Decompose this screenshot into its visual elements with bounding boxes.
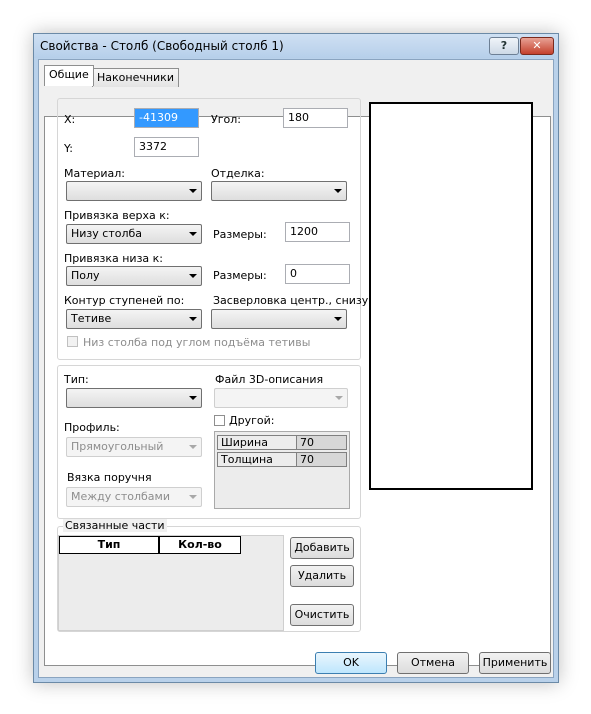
finish-select[interactable] — [211, 181, 347, 201]
top-size-label: Размеры: — [213, 228, 267, 241]
top-size-input[interactable]: 1200 — [285, 222, 350, 242]
chevron-down-icon — [189, 317, 197, 321]
chevron-down-icon — [334, 189, 342, 193]
x-input[interactable]: -41309 — [134, 108, 199, 128]
column-header-type[interactable]: Тип — [59, 536, 159, 554]
help-button[interactable]: ? — [489, 37, 519, 55]
rail-label: Вязка поручня — [67, 471, 152, 484]
profile-select[interactable]: Прямоугольный — [66, 437, 202, 457]
file3d-label: Файл 3D-описания — [215, 373, 324, 386]
step-contour-value: Тетиве — [71, 312, 112, 325]
window-title: Свойства - Столб (Свободный столб 1) — [40, 39, 284, 53]
chevron-down-icon — [189, 396, 197, 400]
step-contour-label: Контур ступеней по: — [64, 294, 185, 307]
material-select[interactable] — [66, 181, 202, 201]
bottom-size-input[interactable]: 0 — [285, 264, 350, 284]
x-label: X: — [64, 113, 76, 126]
rail-value: Между столбами — [71, 490, 170, 503]
bottom-binding-value: Полу — [71, 269, 100, 282]
chevron-down-icon — [189, 495, 197, 499]
bottom-size-label: Размеры: — [213, 269, 267, 282]
tab-general[interactable]: Общие — [44, 65, 94, 86]
param-value[interactable]: 70 — [296, 435, 347, 450]
linked-parts-title: Связанные части — [63, 519, 167, 532]
preview-panel — [369, 102, 533, 490]
bottom-binding-select[interactable]: Полу — [66, 266, 202, 286]
clear-button[interactable]: Очистить — [290, 604, 354, 626]
y-label: Y: — [64, 142, 73, 155]
type-select[interactable] — [66, 388, 202, 408]
cancel-button[interactable]: Отмена — [397, 652, 469, 674]
angle-label: Угол: — [211, 113, 241, 126]
title-bar[interactable]: Свойства - Столб (Свободный столб 1) ? ✕ — [34, 34, 558, 58]
step-contour-select[interactable]: Тетиве — [66, 309, 202, 329]
type-label: Тип: — [64, 373, 89, 386]
angle-bottom-label: Низ столба под углом подъёма тетивы — [83, 336, 311, 349]
chevron-down-icon — [189, 274, 197, 278]
angle-bottom-checkbox[interactable] — [67, 336, 78, 347]
dialog-client-area: Общие Наконечники X: -41309 Угол: 180 Y:… — [38, 59, 554, 678]
linked-parts-list[interactable]: Тип Кол-во — [58, 535, 284, 631]
param-name: Ширина — [217, 435, 297, 450]
chevron-down-icon — [189, 232, 197, 236]
param-value[interactable]: 70 — [296, 452, 347, 467]
center-drill-label: Засверловка центр., снизу — [213, 294, 369, 307]
y-input[interactable]: 3372 — [134, 137, 199, 157]
apply-button[interactable]: Применить — [479, 652, 551, 674]
chevron-down-icon — [335, 396, 343, 400]
chevron-down-icon — [334, 317, 342, 321]
top-binding-select[interactable]: Низу столба — [66, 224, 202, 244]
params-grid[interactable]: Ширина 70 Толщина 70 — [214, 431, 350, 509]
delete-button[interactable]: Удалить — [290, 565, 354, 587]
top-binding-value: Низу столба — [71, 227, 143, 240]
file3d-select[interactable] — [214, 388, 348, 408]
column-header-count[interactable]: Кол-во — [159, 536, 241, 554]
chevron-down-icon — [189, 445, 197, 449]
param-name: Толщина — [217, 452, 297, 467]
properties-dialog: Свойства - Столб (Свободный столб 1) ? ✕… — [33, 33, 559, 683]
profile-value: Прямоугольный — [71, 440, 164, 453]
other-label: Другой: — [229, 414, 275, 427]
ok-button[interactable]: OK — [315, 652, 387, 674]
tab-tips[interactable]: Наконечники — [92, 68, 179, 87]
profile-label: Профиль: — [64, 421, 120, 434]
material-label: Материал: — [64, 167, 126, 180]
rail-select[interactable]: Между столбами — [66, 487, 202, 507]
other-checkbox[interactable] — [214, 415, 225, 426]
bottom-binding-label: Привязка низа к: — [64, 252, 164, 265]
chevron-down-icon — [189, 189, 197, 193]
center-drill-select[interactable] — [211, 309, 347, 329]
top-binding-label: Привязка верха к: — [64, 209, 170, 222]
add-button[interactable]: Добавить — [290, 537, 354, 559]
angle-input[interactable]: 180 — [283, 108, 348, 128]
close-button[interactable]: ✕ — [520, 37, 554, 55]
finish-label: Отделка: — [211, 167, 265, 180]
